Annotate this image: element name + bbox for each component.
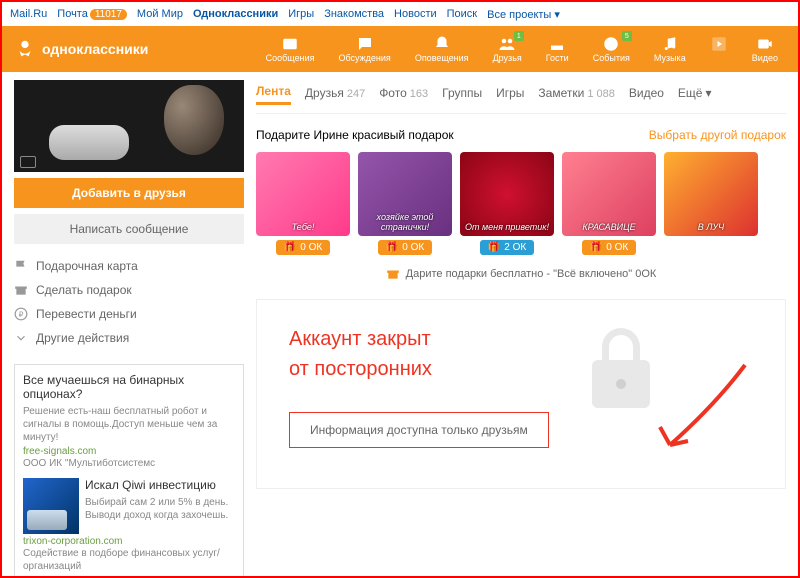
gift-card-link[interactable]: Подарочная карта — [14, 254, 244, 278]
gift-price: 🎁 0 ОК — [276, 240, 330, 255]
chevron-down-icon — [14, 331, 28, 345]
nav-messages[interactable]: Сообщения — [258, 35, 323, 63]
tab-video[interactable]: Видео — [629, 82, 664, 104]
topbar-moimir[interactable]: Мой Мир — [137, 8, 183, 20]
ok-logo-icon — [14, 38, 36, 60]
music-icon — [661, 35, 679, 53]
chat-icon — [356, 35, 374, 53]
left-column: Добавить в друзья Написать сообщение Под… — [14, 80, 244, 578]
video-icon — [756, 35, 774, 53]
nav-notifications[interactable]: Оповещения — [407, 35, 477, 63]
topbar-games[interactable]: Игры — [288, 8, 314, 20]
gift-item-5[interactable]: В ЛУЧ — [664, 152, 758, 255]
header-bar: одноклассники Сообщения Обсуждения Опове… — [2, 26, 798, 72]
nav-events[interactable]: 5События — [585, 35, 638, 63]
topbar-search[interactable]: Поиск — [447, 8, 477, 20]
topbar-news[interactable]: Новости — [394, 8, 437, 20]
events-icon — [602, 35, 620, 53]
gifts-footer[interactable]: Дарите подарки бесплатно - "Всё включено… — [256, 267, 786, 281]
svg-text:₽: ₽ — [19, 310, 24, 319]
camera-icon — [20, 156, 36, 168]
ad2-title: Искал Qiwi инвестицию — [85, 478, 235, 492]
events-badge: 5 — [622, 31, 632, 41]
friends-badge: 1 — [514, 31, 524, 41]
ad2-footer: Содействие в подборе финансовых услуг/ор… — [23, 547, 235, 573]
add-friend-button[interactable]: Добавить в друзья — [14, 178, 244, 208]
gifts-title: Подарите Ирине красивый подарок — [256, 128, 454, 142]
flag-icon — [14, 259, 28, 273]
mail-badge: 11017 — [90, 9, 127, 20]
tab-groups[interactable]: Группы — [442, 82, 482, 104]
topbar-mailru[interactable]: Mail.Ru — [10, 8, 47, 20]
tab-more[interactable]: Ещё ▾ — [678, 82, 712, 104]
ad-block-1[interactable]: Все мучаешься на бинарных опционах? Реше… — [14, 364, 244, 578]
tab-games[interactable]: Игры — [496, 82, 524, 104]
transfer-money-link[interactable]: ₽Перевести деньги — [14, 302, 244, 326]
ad1-text: Решение есть-наш бесплатный робот и сигн… — [23, 405, 235, 444]
closed-account-box: Аккаунт закрыт от посторонних Информация… — [256, 299, 786, 489]
bell-icon — [433, 35, 451, 53]
message-icon — [281, 35, 299, 53]
gift-price: 🎁 0 ОК — [378, 240, 432, 255]
write-message-button[interactable]: Написать сообщение — [14, 214, 244, 244]
gift-item-1[interactable]: Тебе!🎁 0 ОК — [256, 152, 350, 255]
gift-item-4[interactable]: КРАСАВИЦЕ🎁 0 ОК — [562, 152, 656, 255]
topbar-all[interactable]: Все проекты ▾ — [487, 8, 560, 21]
nav-video[interactable]: Видео — [744, 35, 786, 63]
gift-item-2[interactable]: хозяйке этой странички!🎁 0 ОК — [358, 152, 452, 255]
play-icon — [710, 35, 728, 53]
nav-play[interactable] — [702, 35, 736, 63]
ad2-image — [23, 478, 79, 534]
mail-ru-topbar: Mail.Ru Почта11017 Мой Мир Одноклассники… — [2, 2, 798, 26]
gifts-section: Подарите Ирине красивый подарок Выбрать … — [256, 128, 786, 281]
nav-music[interactable]: Музыка — [646, 35, 694, 63]
guests-icon — [548, 35, 566, 53]
topbar-mail[interactable]: Почта11017 — [57, 8, 127, 20]
ad1-footer: ООО ИК "Мультиботсистемс — [23, 457, 235, 470]
other-actions-link[interactable]: Другие действия — [14, 326, 244, 350]
nav-discussions[interactable]: Обсуждения — [331, 35, 399, 63]
ad2-source: trixon-corporation.com — [23, 536, 235, 547]
tab-friends[interactable]: Друзья247 — [305, 82, 365, 104]
make-gift-link[interactable]: Сделать подарок — [14, 278, 244, 302]
gift-icon — [386, 267, 400, 281]
ad2-text: Выбирай сам 2 или 5% в день. Выводи дохо… — [85, 496, 235, 522]
profile-photo[interactable] — [14, 80, 244, 172]
nav-guests[interactable]: Гости — [538, 35, 577, 63]
tab-notes[interactable]: Заметки1 088 — [538, 82, 614, 104]
choose-other-gift[interactable]: Выбрать другой подарок — [649, 128, 786, 142]
topbar-ok[interactable]: Одноклассники — [193, 8, 278, 20]
tab-feed[interactable]: Лента — [256, 80, 291, 105]
info-friends-only[interactable]: Информация доступна только друзьям — [289, 412, 549, 448]
profile-tabs: Лента Друзья247 Фото163 Группы Игры Заме… — [256, 80, 786, 114]
logo[interactable]: одноклассники — [14, 38, 148, 60]
gift-price: 🎁 0 ОК — [582, 240, 636, 255]
main-column: Лента Друзья247 Фото163 Группы Игры Заме… — [256, 80, 786, 578]
ruble-icon: ₽ — [14, 307, 28, 321]
gift-price: 🎁 2 ОК — [480, 240, 534, 255]
gift-icon — [14, 283, 28, 297]
nav-friends[interactable]: 1Друзья — [485, 35, 530, 63]
ad1-title: Все мучаешься на бинарных опционах? — [23, 373, 235, 401]
logo-text: одноклассники — [42, 41, 148, 57]
gift-item-3[interactable]: От меня приветик!🎁 2 ОК — [460, 152, 554, 255]
annotation-arrow — [645, 355, 755, 465]
topbar-dating[interactable]: Знакомства — [324, 8, 384, 20]
ad1-source: free-signals.com — [23, 446, 235, 457]
tab-photo[interactable]: Фото163 — [379, 82, 428, 104]
